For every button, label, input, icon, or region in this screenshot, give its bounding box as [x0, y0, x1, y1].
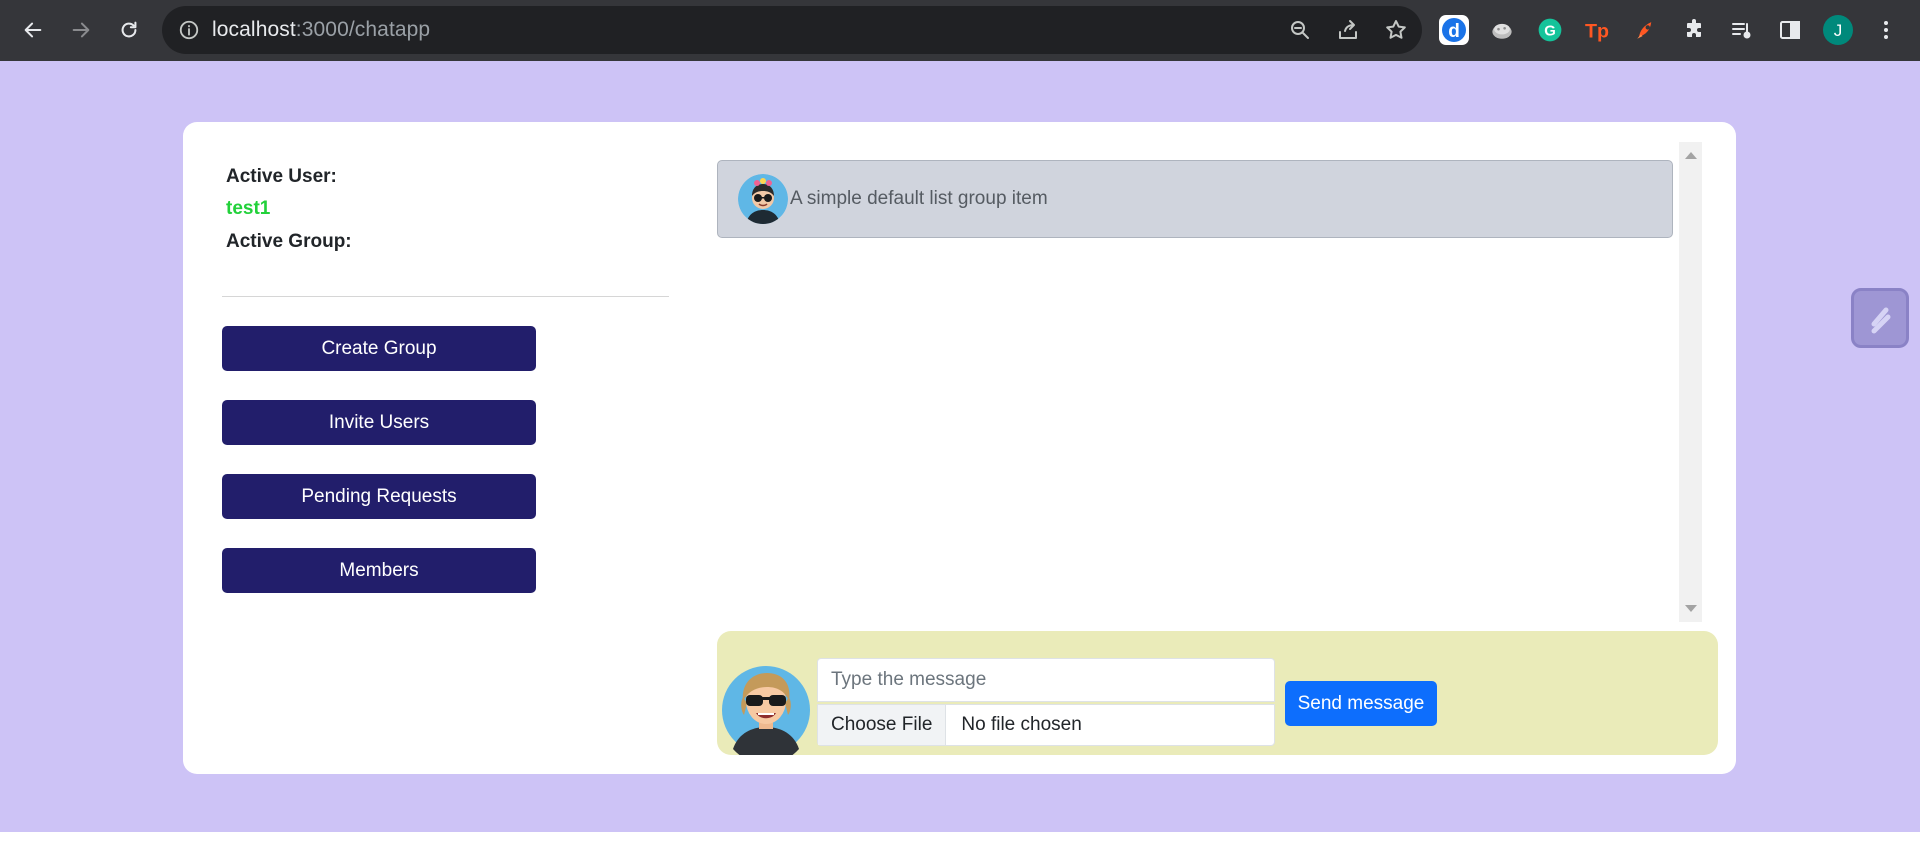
- share-icon[interactable]: [1336, 18, 1360, 42]
- profile-initial: J: [1834, 21, 1843, 40]
- file-input[interactable]: Choose File No file chosen: [817, 704, 1275, 746]
- svg-text:Tp: Tp: [1585, 21, 1609, 43]
- user-avatar: [721, 657, 811, 764]
- invite-users-button[interactable]: Invite Users: [222, 400, 536, 445]
- tp-extension-icon[interactable]: Tp: [1582, 14, 1614, 46]
- extensions-puzzle-icon[interactable]: [1678, 14, 1710, 46]
- bookmark-star-icon[interactable]: [1384, 18, 1408, 42]
- active-user-label: Active User:: [226, 166, 337, 187]
- url-text: localhost:3000/chatapp: [212, 18, 431, 41]
- dict-extension-icon[interactable]: d: [1438, 14, 1470, 46]
- members-button[interactable]: Members: [222, 548, 536, 593]
- browser-toolbar: localhost:3000/chatapp d G Tp J: [0, 0, 1920, 61]
- site-info-icon[interactable]: [178, 19, 200, 41]
- compose-area: Choose File No file chosen Send message: [717, 631, 1718, 764]
- lightning-slash-icon: [1871, 307, 1891, 334]
- side-panel-icon[interactable]: [1774, 14, 1806, 46]
- active-user-value: test1: [226, 198, 271, 219]
- chat-card: Active User: test1 Active Group: Create …: [183, 122, 1736, 774]
- page-background: Active User: test1 Active Group: Create …: [0, 61, 1920, 832]
- rocket-extension-icon[interactable]: [1630, 14, 1662, 46]
- floating-extension-widget[interactable]: [1851, 288, 1909, 348]
- send-message-button[interactable]: Send message: [1285, 681, 1437, 726]
- create-group-button[interactable]: Create Group: [222, 326, 536, 371]
- grammarly-icon[interactable]: G: [1534, 14, 1566, 46]
- svg-text:G: G: [1544, 23, 1556, 39]
- file-status-text: No file chosen: [961, 714, 1082, 735]
- reading-list-icon[interactable]: [1726, 14, 1758, 46]
- message-input[interactable]: [817, 658, 1275, 702]
- sidebar-divider: [222, 296, 669, 297]
- profile-avatar[interactable]: J: [1822, 14, 1854, 46]
- message-avatar: [738, 174, 788, 224]
- pending-requests-button[interactable]: Pending Requests: [222, 474, 536, 519]
- reload-icon[interactable]: [113, 14, 145, 46]
- cookie-extension-icon[interactable]: [1486, 14, 1518, 46]
- zoom-icon[interactable]: [1288, 18, 1312, 42]
- forward-icon[interactable]: [65, 14, 97, 46]
- scroll-up-arrow-icon[interactable]: [1685, 152, 1697, 159]
- message-text: A simple default list group item: [790, 188, 1048, 209]
- address-bar[interactable]: localhost:3000/chatapp: [162, 6, 1422, 54]
- message-item: A simple default list group item: [717, 160, 1673, 238]
- back-icon[interactable]: [17, 14, 49, 46]
- page-footer-space: [0, 832, 1920, 859]
- choose-file-button[interactable]: Choose File: [818, 705, 947, 745]
- menu-dots-icon[interactable]: [1870, 14, 1902, 46]
- active-group-label: Active Group:: [226, 231, 352, 252]
- messages-scrollbar[interactable]: [1679, 142, 1702, 622]
- svg-text:d: d: [1448, 21, 1460, 42]
- messages-list[interactable]: A simple default list group item: [717, 142, 1702, 622]
- scroll-down-arrow-icon[interactable]: [1685, 605, 1697, 612]
